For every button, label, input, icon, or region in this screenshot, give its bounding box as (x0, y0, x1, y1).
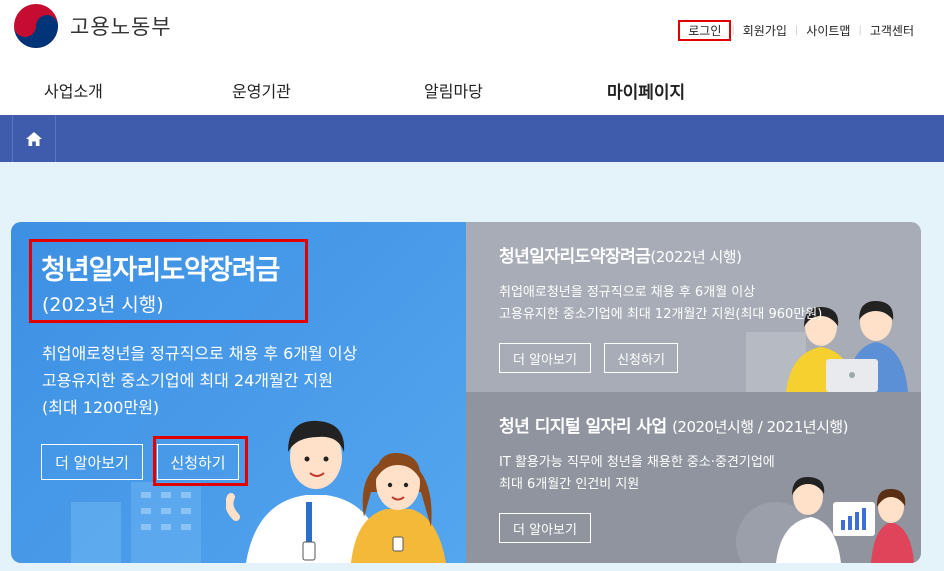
digital-job-title: 청년 디지털 일자리 사업 (2020년시행 / 2021년시행) (499, 412, 849, 437)
digital-job-learn-more-button[interactable]: 더 알아보기 (499, 513, 591, 543)
header: 고용노동부 로그인 | 회원가입 | 사이트맵 | 고객센터 (0, 0, 944, 58)
login-link[interactable]: 로그인 (678, 20, 732, 41)
description-line: 취업애로청년을 정규직으로 채용 후 6개월 이상 (42, 344, 358, 363)
content-area: 청년일자리도약장려금 (2023년 시행) 취업애로청년을 정규직으로 채용 후… (0, 162, 944, 571)
nav-item-mypage[interactable]: 마이페이지 (607, 78, 685, 103)
main-nav: 사업소개 운영기관 알림마당 마이페이지 (0, 58, 944, 115)
signup-link[interactable]: 회원가입 (735, 22, 795, 39)
main-apply-button[interactable]: 신청하기 (157, 444, 239, 480)
main-program-card: 청년일자리도약장려금 (2023년 시행) 취업애로청년을 정규직으로 채용 후… (11, 222, 466, 563)
nav-item-business[interactable]: 사업소개 (44, 78, 103, 102)
description-line: 고용유지한 중소기업에 최대 12개월간 지원(최대 960만원) (499, 307, 823, 322)
sitemap-link[interactable]: 사이트맵 (798, 22, 858, 39)
program-2022-apply-button[interactable]: 신청하기 (604, 343, 678, 373)
description-line: 고용유지한 중소기업에 최대 24개월간 지원 (42, 371, 333, 390)
logo-text: 고용노동부 (70, 15, 172, 39)
nav-item-agencies[interactable]: 운영기관 (232, 78, 291, 102)
taegeuk-logo-icon (14, 4, 58, 48)
program-2022-name: 청년일자리도약장려금 (499, 247, 651, 267)
program-2022-title: 청년일자리도약장려금(2022년 시행) (499, 242, 742, 267)
description-line: (최대 1200만원) (42, 398, 160, 417)
young-workers-illustration (226, 420, 446, 563)
program-2022-year: (2022년 시행) (650, 248, 742, 266)
program-card-2022: 청년일자리도약장려금(2022년 시행) 취업애로청년을 정규직으로 채용 후 … (466, 222, 921, 392)
main-program-title: 청년일자리도약장려금 (41, 255, 280, 286)
home-icon (26, 131, 42, 146)
digital-job-name: 청년 디지털 일자리 사업 (499, 417, 667, 437)
digital-job-program-card: 청년 디지털 일자리 사업 (2020년시행 / 2021년시행) IT 활용가… (466, 392, 921, 563)
program-2022-learn-more-button[interactable]: 더 알아보기 (499, 343, 591, 373)
digital-job-year: (2020년시행 / 2021년시행) (672, 418, 849, 436)
main-program-description: 취업애로청년을 정규직으로 채용 후 6개월 이상 고용유지한 중소기업에 최대… (42, 340, 357, 421)
main-learn-more-button[interactable]: 더 알아보기 (41, 444, 143, 480)
breadcrumb-bar (0, 115, 944, 162)
customer-center-link[interactable]: 고객센터 (862, 22, 922, 39)
home-button[interactable] (12, 115, 56, 162)
utility-links: 로그인 | 회원가입 | 사이트맵 | 고객센터 (678, 20, 922, 41)
program-cards: 청년일자리도약장려금 (2023년 시행) 취업애로청년을 정규직으로 채용 후… (11, 222, 921, 563)
description-line: IT 활용가능 직무에 청년을 채용한 중소·중견기업에 (499, 455, 775, 470)
description-line: 취업애로청년을 정규직으로 채용 후 6개월 이상 (499, 285, 756, 300)
digital-job-description: IT 활용가능 직무에 청년을 채용한 중소·중견기업에 최대 6개월간 인건비… (499, 452, 775, 496)
description-line: 최대 6개월간 인건비 지원 (499, 477, 640, 492)
main-program-subtitle: (2023년 시행) (42, 294, 164, 316)
nav-item-notice[interactable]: 알림마당 (424, 78, 483, 102)
logo[interactable]: 고용노동부 (12, 2, 172, 50)
program-2022-description: 취업애로청년을 정규직으로 채용 후 6개월 이상 고용유지한 중소기업에 최대… (499, 282, 822, 326)
